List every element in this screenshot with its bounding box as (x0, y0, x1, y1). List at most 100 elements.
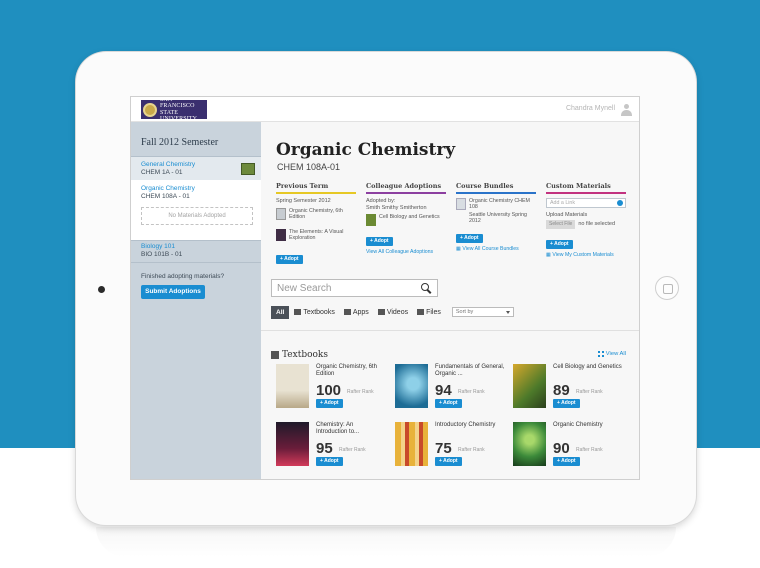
adopt-button[interactable]: + Adopt (553, 457, 580, 466)
book-title[interactable]: Chemistry: An Introduction to... (316, 422, 386, 436)
link-label[interactable]: View All Course Bundles (462, 246, 518, 252)
add-link-input[interactable]: Add a Link (546, 198, 626, 208)
filter-tabs: All Textbooks Apps Videos Files Sort by (271, 305, 514, 319)
material-item[interactable]: Cell Biology and Genetics (366, 214, 446, 229)
tab-textbooks[interactable]: Textbooks (294, 309, 335, 316)
textbooks-heading: Textbooks (271, 350, 328, 360)
view-all-course-bundles-link[interactable]: ▦ View All Course Bundles (456, 246, 536, 252)
tab-files[interactable]: Files (417, 309, 441, 316)
book-cover (276, 422, 309, 466)
search-input[interactable]: New Search (271, 279, 438, 297)
column-heading: Colleague Adoptions (366, 182, 442, 190)
tab-label[interactable]: Textbooks (303, 309, 335, 316)
term-label: Spring Semester 2012 (276, 198, 331, 204)
bundle-school: Seattle University Spring 2012 (469, 212, 527, 224)
finished-prompt: Finished adopting materials? (141, 273, 225, 280)
rafter-rank-label: Rafter Rank (576, 389, 603, 395)
tab-apps[interactable]: Apps (343, 309, 369, 316)
adopt-button[interactable]: + Adopt (435, 457, 462, 466)
book-cover (276, 207, 286, 220)
adopt-label: Adopt (324, 458, 339, 464)
book-cover (276, 364, 309, 408)
course-biology[interactable]: Biology 101 BIO 101B - 01 (141, 243, 182, 259)
book-cover (276, 228, 286, 241)
tab-label[interactable]: Files (426, 309, 441, 316)
select-file-button[interactable]: Select File (546, 219, 576, 229)
course-code: CHEM 108A-01 (277, 162, 341, 172)
course-code: BIO 101B - 01 (141, 251, 183, 258)
adopt-label: Adopt (443, 400, 458, 406)
adopt-button[interactable]: + Adopt (456, 234, 483, 243)
column-accent-bar (456, 192, 536, 194)
book-title[interactable]: Organic Chemistry, 6th Edition (316, 364, 386, 378)
material-item[interactable]: Organic Chemistry, 6th Edition (276, 207, 356, 226)
adopt-button[interactable]: + Adopt (366, 237, 393, 246)
textbook-card[interactable]: Organic Chemistry, 6th Edition 100 Rafte… (276, 364, 386, 409)
course-title[interactable]: General Chemistry (141, 161, 195, 169)
search-icon[interactable] (421, 283, 432, 294)
rafter-rank: 75 (435, 440, 452, 457)
book-title[interactable]: Fundamentals of General, Organic ... (435, 364, 505, 378)
textbook-card[interactable]: Introductory Chemistry 75 Rafter Rank + … (395, 422, 505, 467)
tab-videos[interactable]: Videos (377, 309, 408, 316)
course-organic-chemistry[interactable]: Organic Chemistry CHEM 108A - 01 (141, 185, 195, 201)
textbook-card[interactable]: Organic Chemistry 90 Rafter Rank + Adopt (513, 422, 623, 467)
rafter-rank-label: Rafter Rank (458, 447, 485, 453)
user-avatar-icon[interactable] (620, 103, 633, 116)
adopt-button[interactable]: + Adopt (435, 399, 462, 408)
adopt-button[interactable]: + Adopt (316, 399, 343, 408)
adopt-button[interactable]: + Adopt (316, 457, 343, 466)
material-title[interactable]: The Elements: A Visual Exploration (289, 229, 355, 241)
material-title[interactable]: Cell Biology and Genetics (379, 214, 445, 220)
course-bundles-column: Course Bundles Organic Chemistry CHEM 10… (456, 182, 536, 252)
textbook-card[interactable]: Cell Biology and Genetics 89 Rafter Rank… (513, 364, 623, 409)
tab-label[interactable]: Apps (353, 309, 369, 316)
home-button[interactable] (655, 276, 679, 300)
university-logo[interactable]: SAN FRANCISCO STATE UNIVERSITY (141, 97, 207, 122)
book-title[interactable]: Organic Chemistry (553, 422, 623, 429)
view-all-colleague-adoptions-link[interactable]: View All Colleague Adoptions (366, 249, 446, 255)
view-all-link[interactable]: View All (597, 351, 626, 357)
submit-adoptions-button[interactable]: Submit Adoptions (141, 285, 205, 299)
course-title[interactable]: Biology 101 (141, 243, 182, 251)
rafter-rank-label: Rafter Rank (576, 447, 603, 453)
material-item[interactable]: The Elements: A Visual Exploration (276, 228, 356, 247)
course-general-chemistry[interactable]: General Chemistry CHEM 1A - 01 (141, 161, 195, 177)
book-icon (271, 351, 279, 359)
camera-icon (98, 286, 105, 293)
book-title[interactable]: Cell Biology and Genetics (553, 364, 623, 371)
book-title[interactable]: Introductory Chemistry (435, 422, 505, 429)
rafter-rank-label: Rafter Rank (339, 447, 366, 453)
sort-by-select[interactable]: Sort by (451, 307, 514, 317)
tab-all[interactable]: All (271, 305, 290, 319)
column-accent-bar (276, 192, 356, 194)
custom-materials-column: Custom Materials Add a Link Upload Mater… (546, 182, 626, 258)
semester-title: Fall 2012 Semester (141, 137, 219, 148)
adopt-button[interactable]: + Adopt (553, 399, 580, 408)
textbook-card[interactable]: Chemistry: An Introduction to... 95 Raft… (276, 422, 386, 467)
adopt-label: Adopt (464, 235, 479, 241)
bundle-title[interactable]: Organic Chemistry CHEM 108 (469, 198, 535, 210)
bundle-item[interactable]: Organic Chemistry CHEM 108 Seattle Unive… (456, 198, 536, 226)
add-link-icon[interactable] (617, 200, 623, 206)
colleague-name: Smith Smithy Smitherton (366, 204, 427, 211)
link-label[interactable]: View All (606, 351, 626, 357)
course-title[interactable]: Organic Chemistry (141, 185, 195, 193)
rafter-rank-label: Rafter Rank (347, 389, 374, 395)
adopt-button[interactable]: + Adopt (276, 254, 303, 264)
book-cover (513, 364, 546, 408)
textbook-card[interactable]: Fundamentals of General, Organic ... 94 … (395, 364, 505, 409)
grid-icon (597, 351, 604, 357)
adopt-button[interactable]: + Adopt (546, 239, 573, 249)
user-name[interactable]: Chandra Mynell (566, 105, 615, 112)
material-title[interactable]: Organic Chemistry, 6th Edition (289, 208, 355, 220)
link-label[interactable]: View My Custom Materials (552, 252, 613, 258)
adopt-label: Adopt (561, 458, 576, 464)
book-icon (294, 309, 302, 315)
book-cover (513, 422, 546, 466)
search-placeholder: New Search (277, 283, 332, 294)
view-custom-materials-link[interactable]: ▦ View My Custom Materials (546, 252, 626, 258)
rafter-rank: 89 (553, 382, 570, 399)
tab-label[interactable]: Videos (387, 309, 408, 316)
divider (131, 262, 261, 263)
